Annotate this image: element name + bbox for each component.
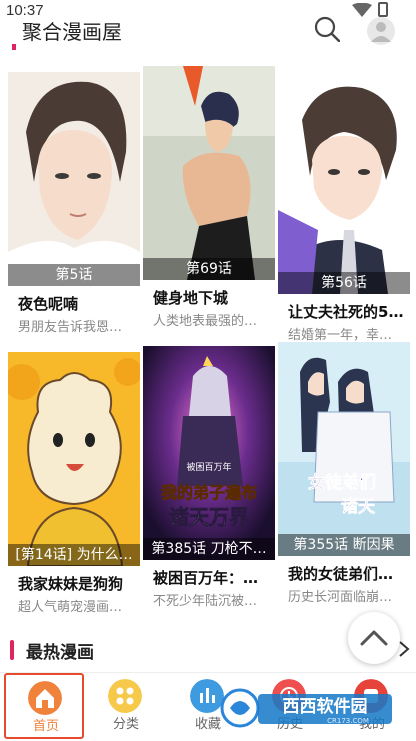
comic-subtitle: 人类地表最强的…: [153, 314, 258, 329]
comic-title: 我的女徒弟们…: [288, 565, 394, 583]
cover-art: [143, 66, 275, 280]
tab-label: 首页: [32, 719, 59, 734]
comic-cover[interactable]: 第56话: [278, 80, 410, 294]
comic-title: 让丈夫社死的5…: [288, 303, 404, 321]
watermark-url: CR173.COM: [327, 717, 369, 725]
episode-badge: [第14话] 为什么…: [8, 544, 140, 566]
episode-badge: 第385话 刀枪不…: [143, 538, 275, 560]
comic-subtitle: 不死少年陆沉被…: [153, 594, 258, 609]
watermark-text: 西西软件园: [283, 696, 368, 717]
comic-subtitle: 结婚第一年，幸…: [288, 328, 393, 343]
comic-cover[interactable]: [第14话] 为什么…: [8, 352, 140, 566]
home-icon: [28, 681, 62, 715]
watermark-art: 西西软件园 CR173.COM: [220, 688, 392, 728]
cover-text: 女徒弟们: [308, 472, 376, 493]
tab-category[interactable]: 分类: [86, 673, 166, 739]
section-accent-bar: [10, 640, 14, 660]
episode-badge: 第69话: [143, 258, 275, 280]
search-icon[interactable]: [314, 16, 340, 42]
comic-subtitle: 历史长河面临崩…: [288, 590, 393, 605]
app-title: 聚合漫画屋: [22, 20, 122, 44]
episode-badge: 第355话 断因果: [278, 534, 410, 556]
comic-cover[interactable]: 第69话: [143, 66, 275, 280]
tab-home[interactable]: 首页: [4, 673, 84, 739]
cover-text: 诸天万界: [169, 505, 249, 529]
tab-label: 分类: [112, 717, 139, 732]
comic-cover[interactable]: 第5话: [8, 72, 140, 286]
comic-title: 健身地下城: [153, 289, 229, 307]
comic-subtitle: 男朋友告诉我恩…: [18, 320, 123, 335]
section-marker: [12, 44, 16, 50]
comic-cover[interactable]: 被困百万年 我的弟子遍布 诸天万界 第385话 刀枪不…: [143, 346, 275, 560]
comic-cover[interactable]: 女徒弟们 诸天 第355话 断因果: [278, 342, 410, 556]
cover-art: [8, 352, 140, 566]
comic-title: 我家妹妹是狗狗: [18, 575, 124, 593]
episode-badge: 第56话: [278, 272, 410, 294]
cover-art: 被困百万年 我的弟子遍布 诸天万界: [143, 346, 275, 560]
comic-title: 被困百万年：…: [153, 569, 259, 587]
app-bar: 聚合漫画屋: [0, 8, 416, 48]
category-icon: [108, 679, 142, 713]
cover-art: 女徒弟们 诸天: [278, 342, 410, 556]
cover-text: 被困百万年: [186, 461, 231, 473]
cover-text: 我的弟子遍布: [161, 483, 257, 502]
cover-art: [278, 80, 410, 294]
cover-text: 诸天: [341, 496, 376, 517]
section-title: 最热漫画: [26, 643, 94, 663]
chevron-up-icon: [360, 630, 388, 646]
user-icon[interactable]: [366, 16, 396, 46]
comic-title: 夜色呢喃: [18, 295, 79, 313]
comic-subtitle: 超人气萌宠漫画…: [18, 600, 123, 615]
episode-badge: 第5话: [8, 264, 140, 286]
cover-art: [8, 72, 140, 286]
watermark-logo: 西西软件园 CR173.COM: [218, 688, 396, 728]
scroll-to-top-button[interactable]: [348, 612, 400, 664]
